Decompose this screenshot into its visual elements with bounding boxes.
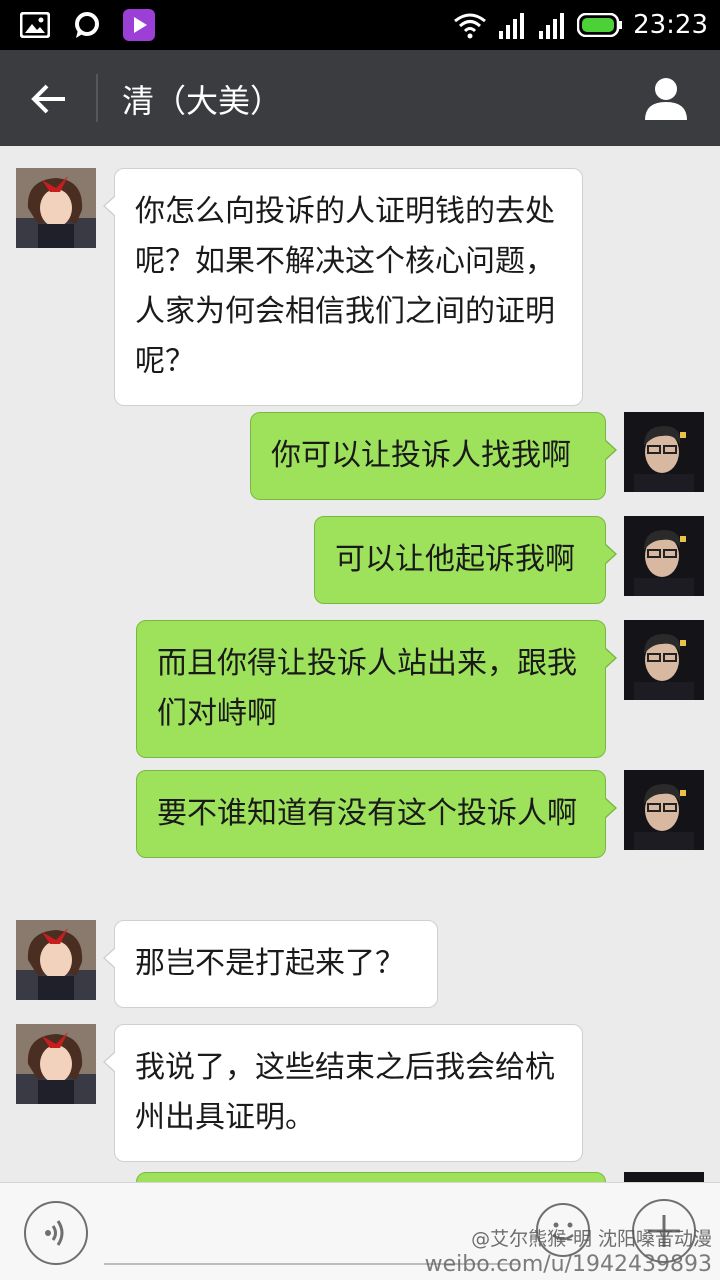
voice-button[interactable] [24, 1201, 88, 1265]
message-bubble-outgoing[interactable] [136, 1172, 606, 1182]
back-arrow-icon [31, 84, 65, 114]
contact-avatar[interactable] [16, 920, 96, 1000]
notification-icons [18, 9, 156, 41]
my-avatar[interactable] [624, 516, 704, 596]
clock: 23:23 [633, 10, 708, 40]
gallery-icon [18, 9, 52, 41]
message-text: 要不谁知道有没有这个投诉人啊 [157, 796, 577, 831]
message-bubble-incoming[interactable]: 我说了，这些结束之后我会给杭州出具证明。 [103, 1024, 583, 1162]
watermark-author: @艾尔熊猴-明 沈阳嗓音动漫 [471, 1228, 712, 1250]
system-icons: 23:23 [453, 6, 708, 44]
signal-icon [499, 13, 525, 39]
contact-avatar[interactable] [16, 1024, 96, 1104]
my-avatar[interactable] [624, 412, 704, 492]
message-text: 你怎么向投诉的人证明钱的去处呢？如果不解决这个核心问题，人家为何会相信我们之间的… [135, 194, 555, 379]
message-bubble-outgoing[interactable]: 而且你得让投诉人站出来，跟我们对峙啊 [136, 620, 617, 758]
header-divider [96, 74, 98, 122]
wifi-icon [454, 13, 486, 39]
my-avatar[interactable] [624, 770, 704, 850]
message-bubble-incoming[interactable]: 你怎么向投诉的人证明钱的去处呢？如果不解决这个核心问题，人家为何会相信我们之间的… [103, 168, 583, 406]
battery-icon [577, 13, 623, 37]
watermark-url: weibo.com/u/1942439893 [424, 1252, 712, 1277]
chat-header: 清（大美） [0, 50, 720, 146]
message-bubble-outgoing[interactable]: 可以让他起诉我啊 [314, 516, 617, 604]
message-text: 我说了，这些结束之后我会给杭州出具证明。 [135, 1050, 555, 1135]
video-play-icon [122, 9, 156, 41]
message-bubble-outgoing[interactable]: 你可以让投诉人找我啊 [250, 412, 617, 500]
my-avatar[interactable] [624, 1172, 704, 1182]
my-avatar[interactable] [624, 620, 704, 700]
message-text: 而且你得让投诉人站出来，跟我们对峙啊 [157, 646, 577, 731]
message-bubble-incoming[interactable]: 那岂不是打起来了？ [103, 920, 438, 1008]
message-text: 你可以让投诉人找我啊 [271, 438, 571, 473]
chat-bubble-icon [70, 9, 104, 41]
message-text: 可以让他起诉我啊 [335, 542, 575, 577]
back-button[interactable] [22, 72, 76, 126]
weibo-watermark: @艾尔熊猴-明 沈阳嗓音动漫 weibo.com/u/1942439893 [392, 1226, 712, 1278]
message-bubble-outgoing[interactable]: 要不谁知道有没有这个投诉人啊 [136, 770, 617, 858]
chat-title: 清（大美） [122, 82, 283, 120]
message-list[interactable]: 你怎么向投诉的人证明钱的去处呢？如果不解决这个核心问题，人家为何会相信我们之间的… [0, 146, 720, 1182]
status-bar: 23:23 [0, 0, 720, 50]
voice-icon [45, 1220, 64, 1246]
contact-profile-button[interactable] [642, 74, 690, 122]
message-text: 那岂不是打起来了？ [135, 946, 405, 981]
signal-icon [539, 13, 565, 39]
contact-avatar[interactable] [16, 168, 96, 248]
person-icon [645, 78, 687, 120]
